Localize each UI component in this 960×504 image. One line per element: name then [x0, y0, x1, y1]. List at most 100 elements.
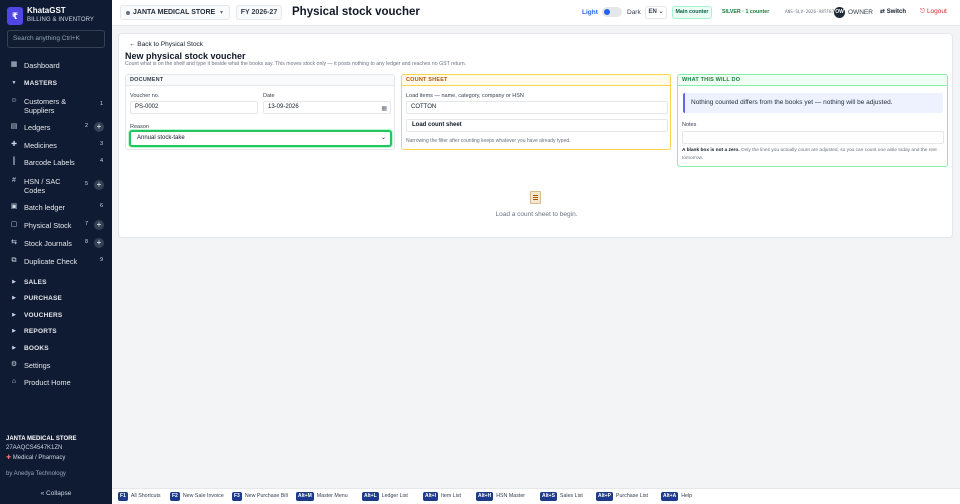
medical-icon: ✚: [6, 455, 12, 461]
empty-state-text: Load a count sheet to begin.: [495, 211, 578, 218]
collapse-sidebar-button[interactable]: « Collapse: [0, 490, 112, 497]
sidebar: ₹ KhataGST BILLING & INVENTORY Search an…: [0, 0, 112, 504]
add-hsn-button[interactable]: +: [94, 180, 104, 190]
document-panel: DOCUMENT Voucher no. PS-0002 Date 13-09-…: [125, 74, 395, 150]
sidebar-section-reports[interactable]: ▶ REPORTS: [0, 324, 112, 340]
shortcut-hsn-master[interactable]: Alt+H HSN Master: [476, 492, 525, 502]
shortcut-ledger-list[interactable]: Alt+L Ledger List: [362, 492, 408, 502]
avatar[interactable]: OW: [834, 7, 845, 18]
date-field[interactable]: 13-09-2026 ▦: [263, 101, 391, 114]
store-selector[interactable]: JANTA MEDICAL STORE ▾: [120, 5, 230, 20]
sidebar-search[interactable]: Search anything Ctrl+K: [7, 30, 105, 48]
counter-badge[interactable]: Main counter: [672, 6, 712, 19]
sidebar-section-sales[interactable]: ▶ SALES: [0, 275, 112, 291]
dark-theme-label[interactable]: Dark: [627, 9, 641, 16]
sidebar-section-purchase[interactable]: ▶ PURCHASE: [0, 291, 112, 307]
barcode-icon: ║: [11, 158, 17, 165]
users-icon: ☺: [10, 97, 18, 104]
sidebar-item-product-home[interactable]: ⌂ Product Home: [0, 375, 112, 391]
count-sheet-panel: COUNT SHEET Load items — name, category,…: [401, 74, 671, 150]
toggle-knob: [604, 9, 610, 15]
sidebar-item-ledgers[interactable]: ▤ Ledgers 2 +: [0, 120, 112, 136]
license-key: ANS-SLV-2026-A8TF87: [785, 10, 835, 15]
switch-user-button[interactable]: ⇄ Switch: [880, 8, 906, 15]
sidebar-item-stock-journals[interactable]: ⇆ Stock Journals 8 +: [0, 236, 112, 252]
sidebar-item-hsn-sac[interactable]: # HSN / SAC Codes 5 +: [0, 174, 112, 196]
search-placeholder: Search anything Ctrl+K: [13, 35, 81, 42]
adjustment-summary: Nothing counted differs from the books y…: [683, 93, 943, 113]
add-stock-journal-button[interactable]: +: [94, 238, 104, 248]
shortcut-purchase-list[interactable]: Alt+P Purchase List: [596, 492, 648, 502]
page-title: Physical stock voucher: [292, 6, 420, 18]
batch-icon: ▣: [10, 203, 18, 210]
sidebar-section-books[interactable]: ▶ BOOKS: [0, 341, 112, 357]
home-icon: ⌂: [11, 378, 17, 385]
load-items-input[interactable]: COTTON: [406, 101, 668, 114]
brand-subtitle: BILLING & INVENTORY: [27, 17, 95, 23]
reason-select[interactable]: Annual stock-take ⌄: [129, 130, 392, 147]
voucher-no-field[interactable]: PS-0002: [130, 101, 258, 114]
sidebar-section-masters[interactable]: ▼ MASTERS: [0, 76, 112, 92]
light-theme-label[interactable]: Light: [582, 9, 598, 16]
sidebar-item-dashboard[interactable]: ▦ Dashboard: [0, 58, 112, 74]
plan-badge: SILVER · 1 counter: [722, 9, 770, 15]
chevron-right-icon: ▶: [12, 328, 16, 334]
brand[interactable]: ₹ KhataGST BILLING & INVENTORY: [7, 5, 107, 27]
notes-label: Notes: [682, 122, 697, 128]
voucher-no-label: Voucher no.: [130, 93, 160, 99]
sidebar-section-vouchers[interactable]: ▶ VOUCHERS: [0, 308, 112, 324]
shortcut-new-sale-invoice[interactable]: F2 New Sale Invoice: [170, 492, 224, 502]
load-items-label: Load items — name, category, company or …: [406, 93, 524, 99]
add-physical-stock-button[interactable]: +: [94, 220, 104, 230]
voucher-description: Count what is on the shelf and type it b…: [125, 61, 467, 67]
sidebar-item-duplicate-check[interactable]: ⧉ Duplicate Check 9: [0, 254, 112, 270]
sidebar-store-info: JANTA MEDICAL STORE 27AAQCS4547K1ZN ✚ Me…: [6, 436, 106, 477]
financial-year-selector[interactable]: FY 2026-27: [236, 5, 282, 20]
count-sheet-header: COUNT SHEET: [402, 75, 670, 86]
store-dot-icon: [126, 11, 130, 15]
shortcut-master-menu[interactable]: Alt+M Master Menu: [296, 492, 348, 502]
sidebar-item-customers-suppliers[interactable]: ☺ Customers & Suppliers 1: [0, 94, 112, 116]
chevron-down-icon: ⌄: [380, 135, 386, 141]
chevron-right-icon: ▶: [12, 312, 16, 318]
date-label: Date: [263, 93, 275, 99]
shortcut-help[interactable]: Alt+A Help: [661, 492, 692, 502]
store-gstin: 27AAQCS4547K1ZN: [6, 445, 63, 451]
chevron-down-icon: ▼: [11, 80, 17, 86]
transfer-icon: ⇆: [11, 239, 17, 246]
sidebar-item-physical-stock[interactable]: ▢ Physical Stock 7 +: [0, 218, 112, 234]
pill-icon: ✚: [11, 141, 17, 148]
store-name: JANTA MEDICAL STORE: [6, 436, 77, 442]
hash-icon: #: [12, 177, 16, 184]
add-ledger-button[interactable]: +: [94, 122, 104, 132]
shortcut-new-purchase-bill[interactable]: F3 New Purchase Bill: [232, 492, 288, 502]
shortcut-item-list[interactable]: Alt+I Item List: [423, 492, 461, 502]
ledger-icon: ▤: [10, 123, 18, 130]
user-role[interactable]: OWNER: [848, 9, 873, 16]
what-this-will-do-panel: WHAT THIS WILL DO Nothing counted differ…: [677, 74, 948, 167]
shortcut-all-shortcuts[interactable]: F1 All Shortcuts: [118, 492, 161, 502]
shortcut-sales-list[interactable]: Alt+S Sales List: [540, 492, 583, 502]
shortcut-bar: F1 All Shortcuts F2 New Sale Invoice F3 New…: [112, 488, 960, 504]
filter-hint: Narrowing the filter after counting keep…: [406, 138, 571, 144]
calendar-icon[interactable]: ▦: [381, 104, 387, 115]
store-type: ✚ Medical / Pharmacy: [6, 455, 66, 461]
notes-field[interactable]: [682, 131, 944, 144]
back-link[interactable]: ← Back to Physical Stock: [129, 41, 203, 48]
sidebar-item-batch-ledger[interactable]: ▣ Batch ledger 6: [0, 200, 112, 216]
sidebar-item-settings[interactable]: ⚙ Settings: [0, 358, 112, 374]
clipboard-icon: [530, 191, 541, 204]
theme-toggle[interactable]: [602, 7, 622, 17]
gear-icon: ⚙: [10, 361, 18, 368]
chevron-right-icon: ▶: [12, 345, 16, 351]
sidebar-item-medicines[interactable]: ✚ Medicines 3: [0, 138, 112, 154]
sidebar-item-barcode-labels[interactable]: ║ Barcode Labels 4: [0, 155, 112, 171]
caret-down-icon: ▾: [219, 10, 223, 16]
rupee-logo-icon: ₹: [7, 7, 23, 25]
topbar: JANTA MEDICAL STORE ▾ FY 2026-27 Physica…: [112, 0, 960, 26]
document-panel-header: DOCUMENT: [126, 75, 394, 86]
logout-button[interactable]: ⎋ Logout: [920, 8, 947, 16]
voucher-card: ← Back to Physical Stock New physical st…: [118, 33, 953, 238]
language-selector[interactable]: EN ⌄: [645, 6, 667, 19]
load-count-sheet-button[interactable]: Load count sheet: [406, 119, 668, 132]
